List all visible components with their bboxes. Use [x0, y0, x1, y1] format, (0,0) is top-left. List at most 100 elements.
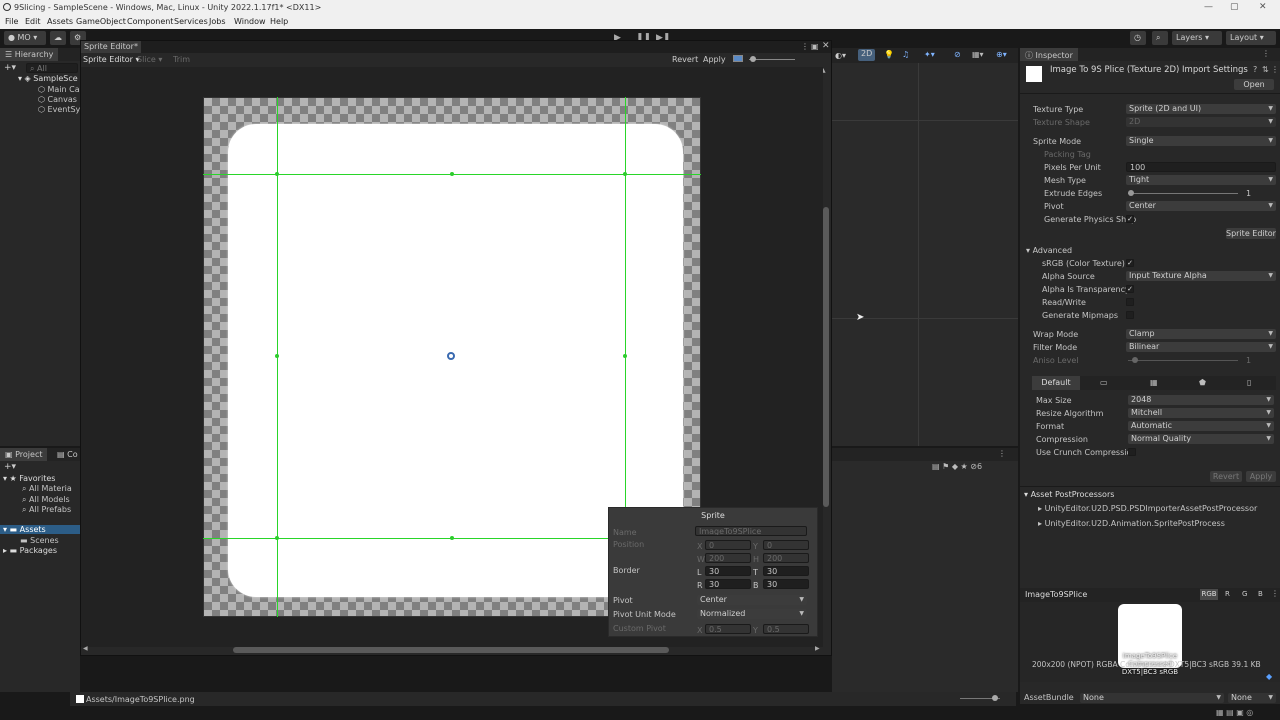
- aniso-slider-thumb[interactable]: [1132, 357, 1138, 363]
- position-h-field[interactable]: 200: [763, 553, 809, 563]
- console-tab[interactable]: ▤ Co: [52, 448, 83, 461]
- filter-mode-dropdown[interactable]: Bilinear ▼: [1126, 342, 1276, 352]
- menu-help[interactable]: Help: [270, 17, 288, 26]
- open-button[interactable]: Open: [1234, 79, 1274, 90]
- assets-folder[interactable]: ▾ ▬ Assets: [0, 525, 80, 534]
- window-close-icon[interactable]: ✕: [822, 41, 830, 51]
- aniso-level-value[interactable]: 1: [1246, 356, 1251, 365]
- lighting-icon[interactable]: 💡: [884, 50, 894, 59]
- scroll-left-icon[interactable]: ◀: [83, 645, 88, 652]
- border-handle[interactable]: [450, 536, 454, 540]
- border-b-field[interactable]: 30: [763, 579, 809, 589]
- zoom-slider-thumb[interactable]: [750, 56, 756, 62]
- position-y-field[interactable]: 0: [763, 540, 809, 550]
- packages-folder[interactable]: ▸ ▬ Packages: [3, 546, 57, 555]
- pivot-dropdown[interactable]: Center ▼: [697, 595, 807, 605]
- generate-mipmaps-checkbox[interactable]: [1126, 311, 1134, 319]
- layers-dropdown[interactable]: Layers ▾: [1172, 31, 1222, 45]
- advanced-foldout[interactable]: ▾ Advanced: [1026, 246, 1072, 255]
- platform-tab-standalone-icon[interactable]: ▭: [1100, 378, 1108, 387]
- hierarchy-tab[interactable]: ☰ Hierarchy: [0, 48, 59, 61]
- aniso-slider-track[interactable]: [1128, 360, 1238, 361]
- mode-2d-button[interactable]: 2D: [858, 49, 876, 61]
- inspector-apply-button[interactable]: Apply: [1246, 471, 1276, 482]
- format-dropdown[interactable]: Automatic ▼: [1128, 421, 1274, 431]
- border-handle[interactable]: [275, 536, 279, 540]
- inspector-menu-icon[interactable]: ⋮: [1262, 49, 1270, 58]
- postprocessor-item[interactable]: ▸ UnityEditor.U2D.PSD.PSDImporterAssetPo…: [1038, 504, 1257, 513]
- channel-b-button[interactable]: B: [1258, 590, 1263, 598]
- compression-dropdown[interactable]: Normal Quality ▼: [1128, 434, 1274, 444]
- sprite-canvas[interactable]: Sprite Name ImageTo9SPlice Position X 0 …: [81, 67, 823, 647]
- menu-edit[interactable]: Edit: [25, 17, 41, 26]
- menu-window[interactable]: Window: [234, 17, 266, 26]
- favorites-item-materials[interactable]: ⌕ All Materia: [22, 484, 72, 494]
- add-icon[interactable]: +▾: [4, 63, 16, 73]
- platform-tab-android-icon[interactable]: ⬟: [1199, 378, 1206, 387]
- border-t-field[interactable]: 30: [763, 566, 809, 576]
- preview-menu-icon[interactable]: ⋮: [1271, 589, 1279, 598]
- scene-view[interactable]: ◐▾ 2D 💡 ♫ ✦▾ ⊘ ▦▾ ⊕▾ ➤: [832, 48, 1018, 446]
- custom-pivot-x-field[interactable]: 0.5: [705, 624, 751, 634]
- menu-services[interactable]: Services: [174, 17, 208, 26]
- hierarchy-item-canvas[interactable]: ⬡ Canvas: [38, 95, 77, 104]
- border-handle[interactable]: [623, 354, 627, 358]
- postprocessor-item[interactable]: ▸ UnityEditor.U2D.Animation.SpritePostPr…: [1038, 519, 1225, 528]
- position-x-field[interactable]: 0: [705, 540, 751, 550]
- generate-physics-shape-checkbox[interactable]: ✓: [1126, 215, 1134, 223]
- channel-g-button[interactable]: G: [1242, 590, 1247, 598]
- grid-icon[interactable]: ▦▾: [972, 50, 984, 59]
- game-menu-icon[interactable]: ⋮: [998, 449, 1006, 458]
- hierarchy-search-input[interactable]: ⌕ All: [26, 63, 78, 73]
- max-size-dropdown[interactable]: 2048 ▼: [1128, 395, 1274, 405]
- search-icon[interactable]: ⌕: [1152, 31, 1168, 45]
- platform-tab-webgl-icon[interactable]: ▦: [1150, 378, 1158, 387]
- texture-shape-dropdown[interactable]: 2D ▼: [1126, 117, 1276, 127]
- border-r-field[interactable]: 30: [705, 579, 751, 589]
- minimize-icon[interactable]: —: [1204, 2, 1213, 12]
- favorites-item-prefabs[interactable]: ⌕ All Prefabs: [22, 505, 71, 515]
- vertical-scrollbar[interactable]: [823, 207, 829, 507]
- tag-icon[interactable]: ◆: [1266, 672, 1272, 681]
- account-button[interactable]: ● MO ▾: [4, 31, 46, 45]
- trim-button[interactable]: Trim: [173, 55, 190, 64]
- pivot-unit-dropdown[interactable]: Normalized ▼: [697, 609, 807, 619]
- status-icons[interactable]: ▦ ▤ ▣ ◎: [1216, 708, 1253, 717]
- window-menu-icon[interactable]: ⋮: [801, 42, 809, 51]
- inspector-revert-button[interactable]: Revert: [1210, 471, 1242, 482]
- assets-item-scenes[interactable]: ▬ Scenes: [20, 536, 59, 545]
- texture-type-dropdown[interactable]: Sprite (2D and UI) ▼: [1126, 104, 1276, 114]
- menu-jobs[interactable]: Jobs: [209, 17, 226, 26]
- hidden-icon[interactable]: ⊘: [954, 50, 961, 59]
- close-icon[interactable]: ✕: [1259, 2, 1267, 12]
- position-w-field[interactable]: 200: [705, 553, 751, 563]
- assetbundle-variant-dropdown[interactable]: None ▼: [1228, 693, 1276, 703]
- border-handle[interactable]: [275, 172, 279, 176]
- channel-r-button[interactable]: R: [1225, 590, 1230, 598]
- alpha-source-dropdown[interactable]: Input Texture Alpha ▼: [1126, 271, 1276, 281]
- mesh-type-dropdown[interactable]: Tight ▼: [1126, 175, 1276, 185]
- help-icon[interactable]: ?: [1253, 65, 1257, 74]
- border-handle[interactable]: [275, 354, 279, 358]
- menu-assets[interactable]: Assets: [47, 17, 73, 26]
- postprocessors-foldout[interactable]: ▾ Asset PostProcessors: [1024, 490, 1114, 499]
- icon-size-slider-thumb[interactable]: [992, 695, 998, 701]
- menu-component[interactable]: Component: [127, 17, 173, 26]
- border-handle[interactable]: [623, 172, 627, 176]
- more-icon[interactable]: ⋮: [1271, 65, 1279, 74]
- inspector-tab[interactable]: ⓘ Inspector: [1020, 48, 1078, 61]
- slice-button[interactable]: Slice ▾: [137, 55, 162, 64]
- game-tools-icon[interactable]: ▤ ⚑ ◆ ★ ⊘6: [932, 462, 982, 471]
- extrude-edges-value[interactable]: 1: [1246, 189, 1251, 198]
- window-maximize-icon[interactable]: ▣: [811, 42, 819, 51]
- hierarchy-item-eventsystem[interactable]: ⬡ EventSy: [38, 105, 80, 114]
- layout-dropdown[interactable]: Layout ▾: [1226, 31, 1276, 45]
- resize-algorithm-dropdown[interactable]: Mitchell ▼: [1128, 408, 1274, 418]
- wrap-mode-dropdown[interactable]: Clamp ▼: [1126, 329, 1276, 339]
- settings-icon[interactable]: ⇅: [1262, 65, 1269, 74]
- border-l-field[interactable]: 30: [705, 566, 751, 576]
- platform-tab-default[interactable]: Default: [1032, 376, 1080, 390]
- audio-icon[interactable]: ♫: [902, 50, 909, 59]
- inspector-pivot-dropdown[interactable]: Center ▼: [1126, 201, 1276, 211]
- horizontal-scrollbar[interactable]: [233, 647, 669, 653]
